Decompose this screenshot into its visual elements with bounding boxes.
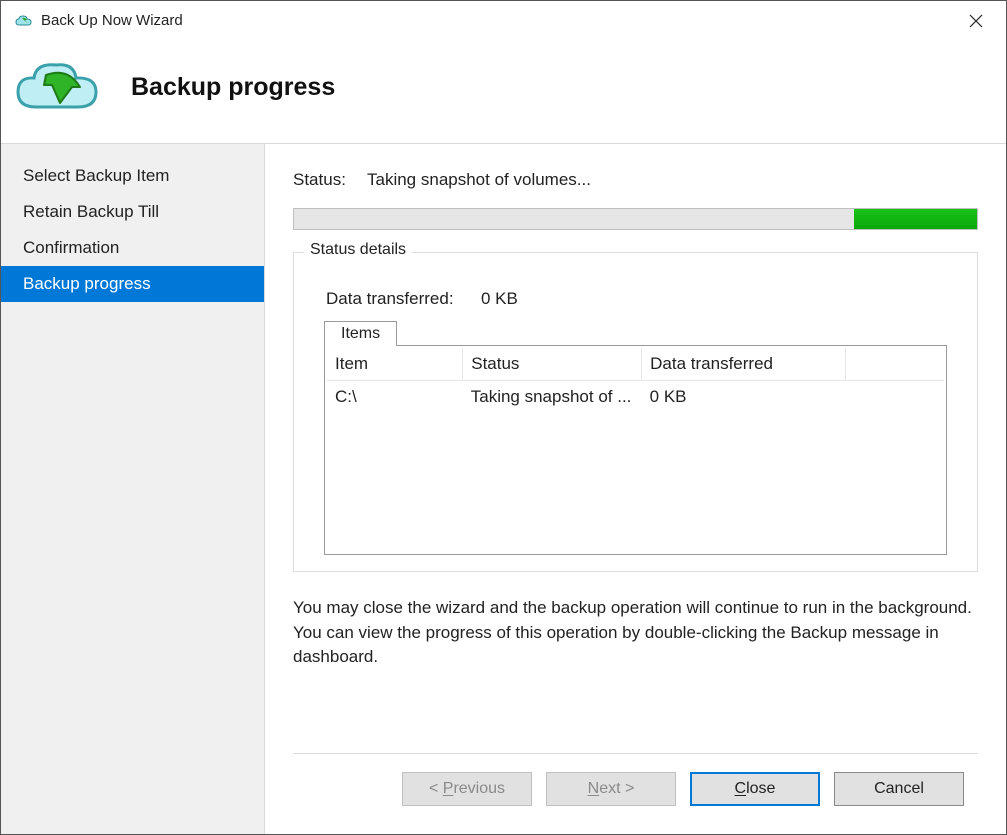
items-tab-bar: Items	[324, 321, 957, 346]
close-icon	[969, 14, 983, 28]
sidebar-item-backup-progress[interactable]: Backup progress	[1, 266, 264, 302]
sidebar-item-select-backup-item[interactable]: Select Backup Item	[1, 158, 264, 194]
wizard-window: Back Up Now Wizard Backup progress Selec…	[0, 0, 1007, 835]
next-button: Next >	[546, 772, 676, 806]
sidebar-item-label: Retain Backup Till	[23, 202, 159, 221]
previous-button: < Previous	[402, 772, 532, 806]
col-status[interactable]: Status	[463, 348, 642, 381]
sidebar-item-label: Confirmation	[23, 238, 119, 257]
col-spacer	[845, 348, 944, 381]
progress-bar	[293, 208, 978, 230]
cell-status: Taking snapshot of ...	[463, 381, 642, 414]
col-item[interactable]: Item	[327, 348, 463, 381]
col-data-transferred[interactable]: Data transferred	[642, 348, 846, 381]
sidebar-item-label: Backup progress	[23, 274, 151, 293]
cloud-backup-logo-icon	[13, 59, 103, 115]
status-row: Status: Taking snapshot of volumes...	[293, 170, 978, 190]
status-details-group: Status details Data transferred: 0 KB It…	[293, 252, 978, 572]
cloud-backup-icon	[15, 12, 33, 30]
titlebar: Back Up Now Wizard	[1, 1, 1006, 41]
wizard-button-bar: < Previous Next > Close Cancel	[293, 753, 978, 824]
cell-transferred: 0 KB	[642, 381, 846, 414]
cell-spacer	[845, 381, 944, 414]
data-transferred-value: 0 KB	[481, 289, 518, 309]
cancel-button[interactable]: Cancel	[834, 772, 964, 806]
sidebar-item-label: Select Backup Item	[23, 166, 169, 185]
data-transferred-row: Data transferred: 0 KB	[326, 289, 945, 309]
items-tab[interactable]: Items	[324, 321, 397, 346]
info-text: You may close the wizard and the backup …	[293, 596, 978, 670]
close-button[interactable]: Close	[690, 772, 820, 806]
progress-bar-chunk	[854, 209, 977, 229]
sidebar-item-retain-backup-till[interactable]: Retain Backup Till	[1, 194, 264, 230]
content-area: Select Backup Item Retain Backup Till Co…	[1, 144, 1006, 834]
data-transferred-label: Data transferred:	[326, 289, 481, 309]
cancel-button-label: Cancel	[874, 780, 924, 798]
items-table: Item Status Data transferred C:\Taking s…	[327, 348, 944, 413]
sidebar-item-confirmation[interactable]: Confirmation	[1, 230, 264, 266]
main-panel: Status: Taking snapshot of volumes... St…	[265, 144, 1006, 834]
items-table-wrapper[interactable]: Item Status Data transferred C:\Taking s…	[324, 345, 947, 555]
status-details-title: Status details	[304, 241, 412, 259]
tab-label: Items	[341, 325, 380, 342]
table-header-row: Item Status Data transferred	[327, 348, 944, 381]
wizard-header: Backup progress	[1, 41, 1006, 144]
wizard-steps-sidebar: Select Backup Item Retain Backup Till Co…	[1, 144, 265, 834]
table-row[interactable]: C:\Taking snapshot of ...0 KB	[327, 381, 944, 414]
page-title: Backup progress	[131, 73, 335, 102]
status-label: Status:	[293, 170, 367, 190]
cell-item: C:\	[327, 381, 463, 414]
close-window-button[interactable]	[954, 6, 998, 36]
window-title: Back Up Now Wizard	[41, 12, 183, 29]
status-value: Taking snapshot of volumes...	[367, 170, 591, 190]
